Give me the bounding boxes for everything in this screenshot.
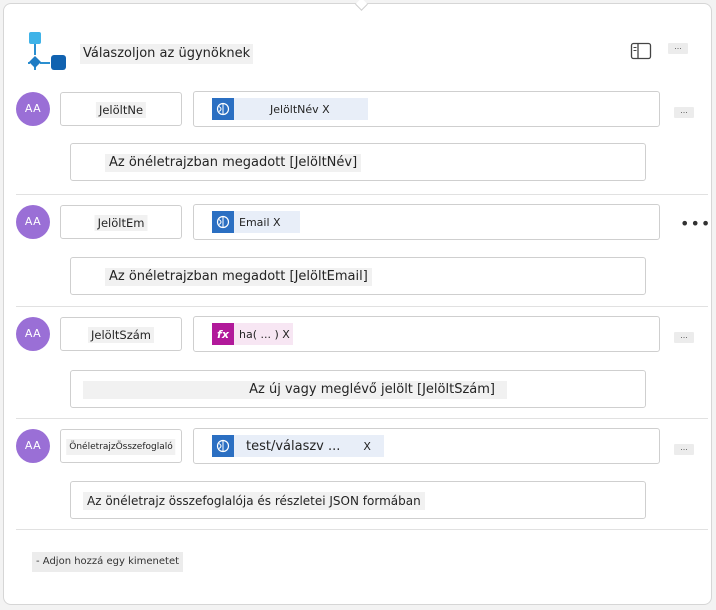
row-more-button[interactable]: ... — [674, 107, 694, 118]
output-name-text: JelöltNe — [95, 102, 147, 118]
row-divider — [16, 194, 708, 195]
variable-chip-label: JelöltNév X — [270, 102, 330, 116]
output-name-text: ÖnéletrajzÖsszefoglaló — [66, 439, 176, 455]
header-more-button[interactable]: ... — [668, 43, 688, 54]
add-output-button[interactable]: - Adjon hozzá egy kimenetet — [32, 552, 184, 572]
output-value-field[interactable]: fx ha( ... ) X — [193, 316, 660, 352]
row-divider — [16, 306, 708, 307]
row-more-button[interactable]: ••• — [680, 214, 711, 233]
formula-icon: fx — [212, 323, 234, 345]
row-divider — [16, 418, 708, 419]
avatar: AA — [16, 317, 50, 351]
output-description-field[interactable]: Az új vagy meglévő jelölt [JelöltSzám] — [70, 370, 646, 408]
output-value-field[interactable]: Email X — [193, 204, 660, 240]
response-card: Válaszoljon az ügynöknek ... AA JelöltNe… — [3, 0, 712, 605]
variable-icon — [212, 435, 234, 457]
output-name-field[interactable]: JelöltSzám — [60, 317, 182, 351]
output-name-text: JelöltEm — [94, 215, 148, 231]
row-more-button[interactable]: ... — [674, 332, 694, 343]
output-description-text: Az új vagy meglévő jelölt [JelöltSzám] — [83, 381, 507, 399]
row-more-button[interactable]: ... — [674, 444, 694, 455]
output-description-field[interactable]: Az önéletrajzban megadott [JelöltNév] — [70, 143, 646, 181]
panel-icon[interactable] — [630, 42, 652, 60]
variable-chip-label: test/válaszv ... — [246, 438, 341, 454]
variable-chip[interactable]: test/válaszv ... X — [212, 435, 384, 457]
output-description-text: Az önéletrajzban megadott [JelöltEmail] — [105, 268, 372, 286]
output-description-text: Az önéletrajzban megadott [JelöltNév] — [105, 154, 362, 172]
page-title: Válaszoljon az ügynöknek — [80, 44, 254, 64]
output-name-field[interactable]: JelöltEm — [60, 205, 182, 239]
avatar: AA — [16, 429, 50, 463]
output-name-field[interactable]: JelöltNe — [60, 92, 182, 126]
formula-chip-label: ha( ... ) X — [239, 327, 290, 341]
row-divider — [16, 529, 708, 530]
agent-flow-icon — [28, 32, 66, 70]
avatar: AA — [16, 205, 50, 239]
variable-chip-label: Email X — [239, 215, 281, 229]
variable-icon — [212, 211, 234, 233]
variable-chip[interactable]: Email X — [212, 211, 300, 233]
card-pointer — [355, 0, 368, 11]
variable-chip[interactable]: JelöltNév X — [212, 98, 368, 120]
output-description-field[interactable]: Az önéletrajz összefoglalója és részlete… — [70, 481, 646, 519]
avatar: AA — [16, 92, 50, 126]
output-value-field[interactable]: JelöltNév X — [193, 91, 660, 127]
output-name-field[interactable]: ÖnéletrajzÖsszefoglaló — [60, 429, 182, 463]
formula-chip[interactable]: fx ha( ... ) X — [212, 323, 293, 345]
variable-icon — [212, 98, 234, 120]
output-description-text: Az önéletrajz összefoglalója és részlete… — [83, 492, 425, 510]
output-description-field[interactable]: Az önéletrajzban megadott [JelöltEmail] — [70, 257, 646, 295]
output-name-text: JelöltSzám — [88, 327, 154, 343]
variable-chip-remove[interactable]: X — [345, 440, 376, 453]
output-value-field[interactable]: test/válaszv ... X — [193, 428, 660, 464]
